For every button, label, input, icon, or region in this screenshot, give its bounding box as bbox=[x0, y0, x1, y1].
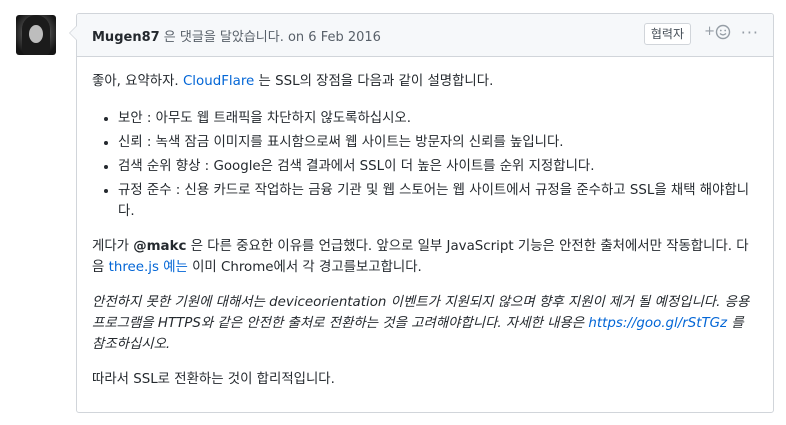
avatar-face bbox=[29, 25, 43, 43]
comment-body: 좋아, 요약하자. CloudFlare 는 SSL의 장점을 다음과 같이 설… bbox=[77, 57, 773, 390]
avatar[interactable] bbox=[16, 15, 56, 55]
role-badge: 협력자 bbox=[643, 23, 691, 45]
smiley-icon bbox=[715, 24, 731, 40]
comment-action-text: 은 댓글을 달았습니다. on 6 Feb 2016 bbox=[159, 30, 381, 45]
comment-box: Mugen87 은 댓글을 달았습니다. on 6 Feb 2016 협력자 +… bbox=[69, 13, 774, 413]
paragraph-2: 게다가 @makc 은 다른 중요한 이유를 언급했다. 앞으로 일부 Java… bbox=[92, 236, 758, 278]
comment-meta: Mugen87 은 댓글을 달았습니다. on 6 Feb 2016 bbox=[92, 26, 381, 45]
add-reaction-button[interactable]: + bbox=[704, 24, 731, 41]
benefits-list: 보안 : 아무도 웹 트래픽을 차단하지 않도록하십시오. 신뢰 : 녹색 잠금… bbox=[92, 108, 758, 222]
goo-gl-link[interactable]: https://goo.gl/rStTGz bbox=[588, 316, 727, 331]
list-item: 규정 준수 : 신용 카드로 작업하는 금융 기관 및 웹 스토어는 웹 사이트… bbox=[118, 180, 758, 222]
list-item: 신뢰 : 녹색 잠금 이미지를 표시함으로써 웹 사이트는 방문자의 신뢰를 높… bbox=[118, 132, 758, 153]
reaction-plus: + bbox=[704, 24, 715, 39]
list-item: 보안 : 아무도 웹 트래픽을 차단하지 않도록하십시오. bbox=[118, 108, 758, 129]
more-options-button[interactable]: ··· bbox=[741, 23, 759, 42]
para2-text: 게다가 bbox=[92, 239, 134, 254]
list-item: 검색 순위 향상 : Google은 검색 결과에서 SSL이 더 높은 사이트… bbox=[118, 156, 758, 177]
conclusion-paragraph: 따라서 SSL로 전환하는 것이 합리적입니다. bbox=[92, 372, 335, 387]
threejs-example-link[interactable]: three.js 예는 bbox=[109, 260, 188, 275]
intro-text-end: 는 SSL의 장점을 다음과 같이 설명합니다. bbox=[254, 74, 494, 89]
author-link[interactable]: Mugen87 bbox=[92, 30, 160, 45]
para2-text-end: 이미 Chrome에서 각 경고를보고합니다. bbox=[187, 260, 422, 275]
cloudflare-link[interactable]: CloudFlare bbox=[183, 74, 254, 89]
comment-header: Mugen87 은 댓글을 달았습니다. on 6 Feb 2016 협력자 +… bbox=[77, 14, 773, 57]
mention-link[interactable]: @makc bbox=[133, 239, 186, 254]
quoted-paragraph: 안전하지 못한 기원에 대해서는 deviceorientation 이벤트가 … bbox=[92, 292, 758, 355]
intro-paragraph: 좋아, 요약하자. CloudFlare 는 SSL의 장점을 다음과 같이 설… bbox=[92, 71, 758, 92]
intro-text: 좋아, 요약하자. bbox=[92, 74, 183, 89]
